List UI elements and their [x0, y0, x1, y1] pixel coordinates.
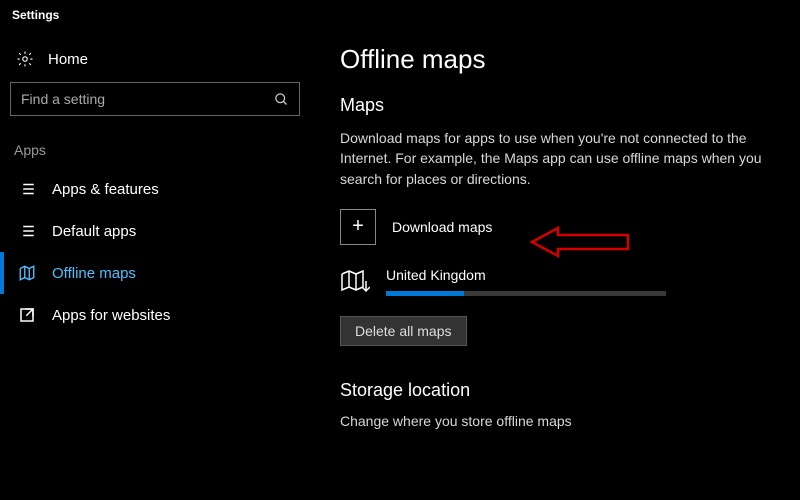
sidebar-item-apps-for-websites[interactable]: Apps for websites — [0, 294, 300, 336]
download-maps-label: Download maps — [392, 219, 492, 235]
map-item-name: United Kingdom — [386, 267, 770, 283]
sidebar-item-label: Offline maps — [52, 265, 136, 282]
storage-description: Change where you store offline maps — [340, 413, 770, 429]
sidebar-section-label: Apps — [10, 142, 300, 168]
sidebar-item-label: Apps for websites — [52, 307, 170, 324]
sidebar-item-default-apps[interactable]: Default apps — [0, 210, 300, 252]
main-content: Offline maps Maps Download maps for apps… — [310, 30, 800, 500]
download-progress-bar — [386, 291, 666, 296]
maps-heading: Maps — [340, 95, 770, 116]
page-title: Offline maps — [340, 44, 770, 75]
list-icon — [18, 180, 36, 198]
map-download-icon — [340, 269, 370, 295]
map-icon — [18, 264, 36, 282]
search-input-wrap[interactable] — [10, 82, 300, 116]
sidebar: Home Apps Apps & features Default apps — [0, 30, 310, 500]
download-maps-button[interactable]: + Download maps — [340, 209, 770, 245]
maps-description: Download maps for apps to use when you'r… — [340, 128, 770, 189]
search-input[interactable] — [21, 91, 274, 107]
defaults-icon — [18, 222, 36, 240]
search-icon — [274, 92, 289, 107]
delete-all-maps-button[interactable]: Delete all maps — [340, 316, 467, 346]
sidebar-item-apps-features[interactable]: Apps & features — [0, 168, 300, 210]
storage-heading: Storage location — [340, 380, 770, 401]
gear-icon — [16, 50, 34, 68]
sidebar-item-label: Apps & features — [52, 181, 159, 198]
home-button[interactable]: Home — [10, 40, 300, 82]
open-external-icon — [18, 306, 36, 324]
window-title: Settings — [0, 0, 800, 30]
map-list-item[interactable]: United Kingdom — [340, 267, 770, 296]
home-label: Home — [48, 51, 88, 68]
plus-icon: + — [340, 209, 376, 245]
sidebar-item-offline-maps[interactable]: Offline maps — [0, 252, 300, 294]
sidebar-item-label: Default apps — [52, 223, 136, 240]
